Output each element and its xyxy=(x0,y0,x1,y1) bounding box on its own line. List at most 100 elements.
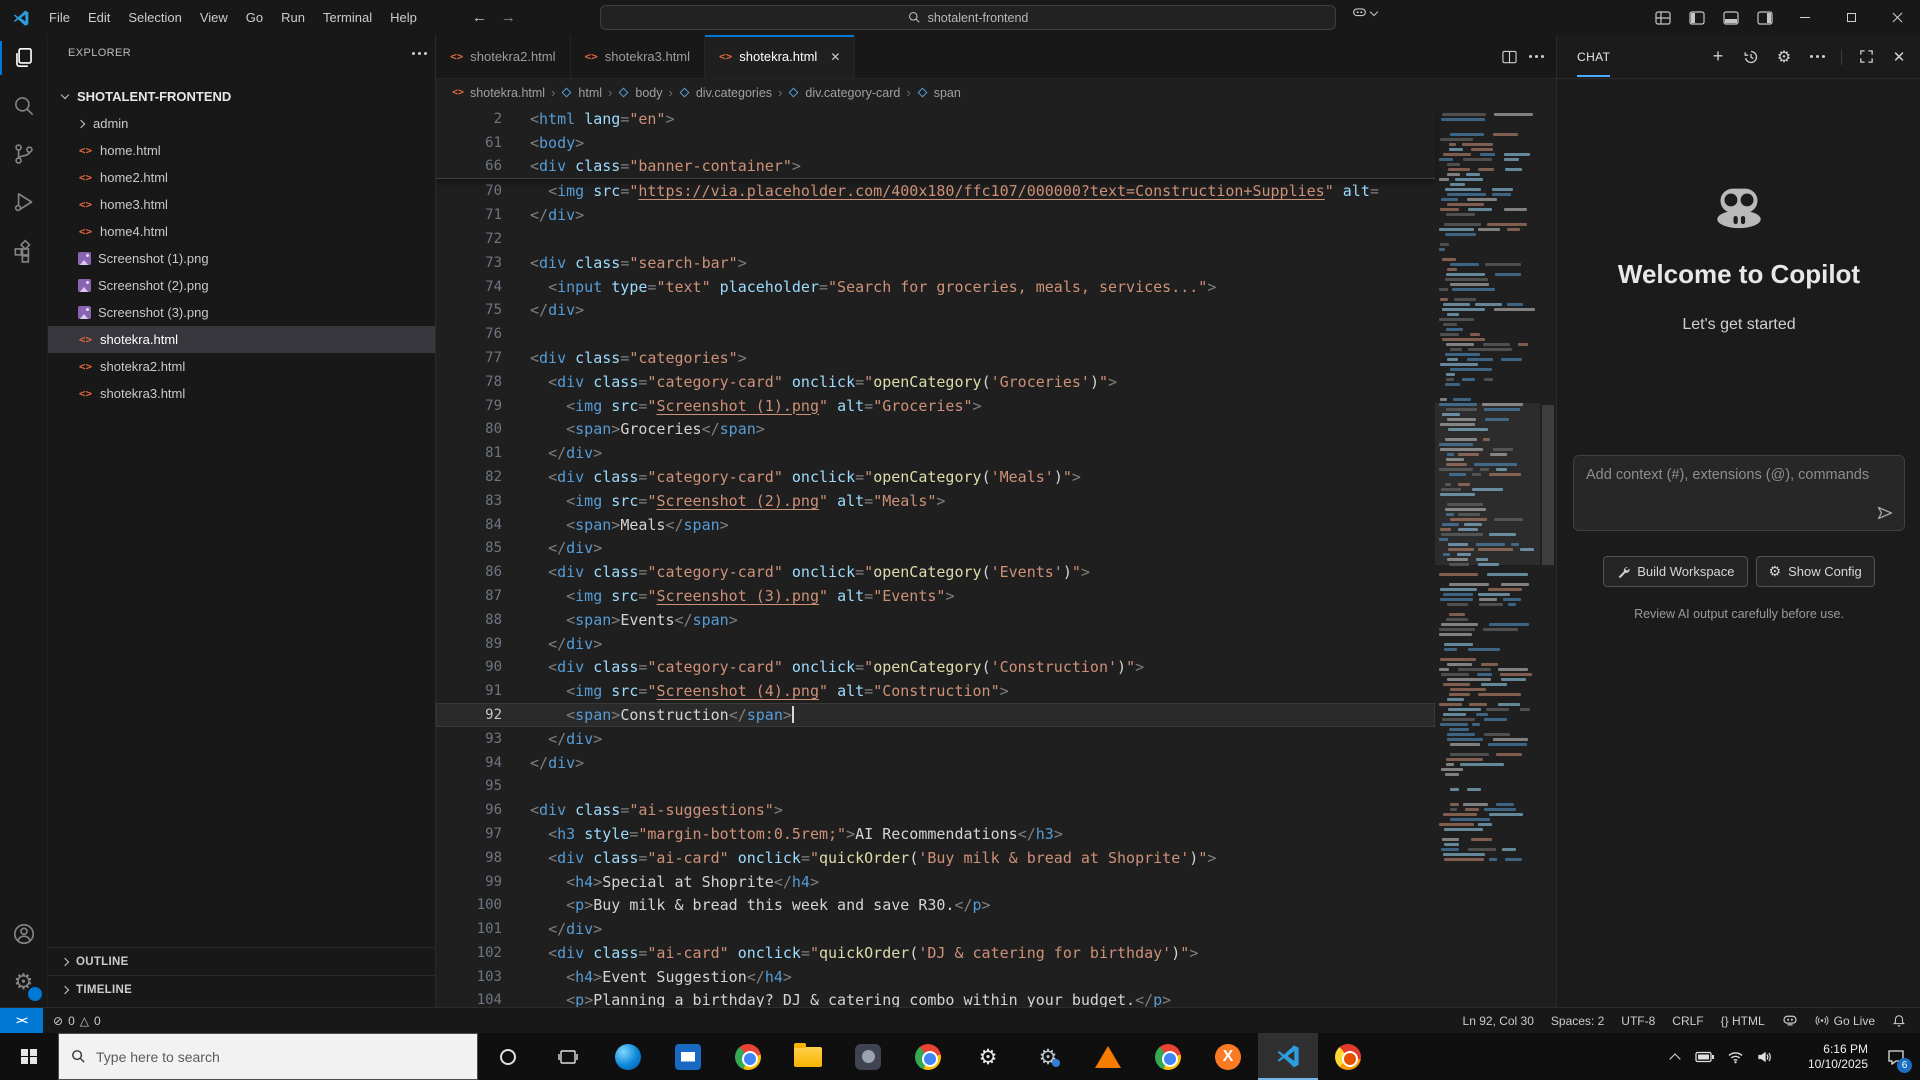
toggle-sidebar-icon[interactable] xyxy=(1680,0,1714,35)
file-tree-row[interactable]: <> shotekra3.html xyxy=(48,380,435,407)
breadcrumb-item[interactable]: <> div.category-card › xyxy=(788,85,910,100)
copilot-menu[interactable] xyxy=(1352,7,1386,20)
minimize-button[interactable] xyxy=(1782,0,1828,35)
code-line[interactable]: 104 <p>Planning a birthday? DJ & caterin… xyxy=(436,989,1435,1007)
breadcrumb-item[interactable]: <> html › xyxy=(561,85,612,100)
file-tree-row[interactable]: <> home3.html xyxy=(48,191,435,218)
chat-history-icon[interactable] xyxy=(1742,48,1760,66)
copilot-status-icon[interactable] xyxy=(1782,1015,1798,1027)
code-line[interactable]: 99 <h4>Special at Shoprite</h4> xyxy=(436,870,1435,894)
tray-expand-icon[interactable] xyxy=(1660,1033,1690,1080)
code-line[interactable]: 93 </div> xyxy=(436,727,1435,751)
code-line[interactable]: 86 <div class="category-card" onclick="o… xyxy=(436,560,1435,584)
problems-indicator[interactable]: ⊘ 0 △ 0 xyxy=(53,1014,101,1028)
file-tree-row[interactable]: <> Screenshot (2).png xyxy=(48,272,435,299)
file-tree-row[interactable]: <> home4.html xyxy=(48,218,435,245)
file-tree-row[interactable]: <> shotekra2.html xyxy=(48,353,435,380)
toggle-panel-icon[interactable] xyxy=(1714,0,1748,35)
code-line[interactable]: 75 </div> xyxy=(436,298,1435,322)
code-line[interactable]: 80 <span>Groceries</span> xyxy=(436,417,1435,441)
sticky-line[interactable]: 2 <html lang="en"> xyxy=(436,107,1435,131)
taskbar-search[interactable] xyxy=(58,1033,478,1080)
code-line[interactable]: 74 <input type="text" placeholder="Searc… xyxy=(436,275,1435,299)
run-debug-activity-icon[interactable] xyxy=(0,179,48,225)
command-center-search[interactable]: shotalent-frontend xyxy=(600,5,1336,30)
editor-tab[interactable]: <> shotekra2.html ✕ xyxy=(436,35,571,78)
breadcrumb-item[interactable]: <> shotekra.html › xyxy=(452,85,555,100)
breadcrumb-item[interactable]: <> span xyxy=(917,86,967,100)
menu-terminal[interactable]: Terminal xyxy=(314,0,381,35)
code-line[interactable]: 90 <div class="category-card" onclick="o… xyxy=(436,655,1435,679)
eol-sequence[interactable]: CRLF xyxy=(1672,1014,1703,1028)
clock[interactable]: 6:16 PM 10/10/2025 xyxy=(1780,1042,1872,1072)
code-line[interactable]: 85 </div> xyxy=(436,536,1435,560)
edge-icon[interactable] xyxy=(598,1033,658,1080)
settings-alt-icon[interactable]: ⚙ xyxy=(1018,1033,1078,1080)
file-explorer-icon[interactable] xyxy=(778,1033,838,1080)
chrome-icon-2[interactable] xyxy=(898,1033,958,1080)
code-line[interactable]: 78 <div class="category-card" onclick="o… xyxy=(436,370,1435,394)
scrollbar-thumb[interactable] xyxy=(1542,405,1554,565)
show-config-button[interactable]: ⚙ Show Config xyxy=(1756,556,1875,587)
file-tree-row[interactable]: <> admin xyxy=(48,110,435,137)
new-chat-icon[interactable]: + xyxy=(1709,48,1727,66)
code-line[interactable]: 79 <img src="Screenshot (1).png" alt="Gr… xyxy=(436,394,1435,418)
chat-settings-gear-icon[interactable]: ⚙ xyxy=(1775,48,1793,66)
wifi-icon[interactable] xyxy=(1720,1033,1750,1080)
go-live-button[interactable]: Go Live xyxy=(1815,1014,1875,1028)
maximize-button[interactable] xyxy=(1828,0,1874,35)
chrome-icon-3[interactable] xyxy=(1138,1033,1198,1080)
customize-layout-icon[interactable] xyxy=(1646,0,1680,35)
file-tree-row[interactable]: <> home2.html xyxy=(48,164,435,191)
code-line[interactable]: 76 xyxy=(436,322,1435,346)
menu-selection[interactable]: Selection xyxy=(119,0,190,35)
code-line[interactable]: 70 <img src="https://via.placeholder.com… xyxy=(436,180,1435,204)
cursor-position[interactable]: Ln 92, Col 30 xyxy=(1463,1014,1534,1028)
send-icon[interactable] xyxy=(1876,504,1894,522)
file-tree-row[interactable]: <> shotekra.html xyxy=(48,326,435,353)
search-activity-icon[interactable] xyxy=(0,83,48,129)
taskbar-search-input[interactable] xyxy=(96,1049,436,1065)
code-line[interactable]: 100 <p>Buy milk & bread this week and sa… xyxy=(436,893,1435,917)
chat-tab[interactable]: CHAT xyxy=(1577,37,1610,77)
root-folder-row[interactable]: SHOTALENT-FRONTEND xyxy=(48,83,435,110)
code-line[interactable]: 95 xyxy=(436,774,1435,798)
menu-view[interactable]: View xyxy=(191,0,237,35)
code-line[interactable]: 96 <div class="ai-suggestions"> xyxy=(436,798,1435,822)
code-line[interactable]: 91 <img src="Screenshot (4).png" alt="Co… xyxy=(436,679,1435,703)
mail-app-icon[interactable] xyxy=(658,1033,718,1080)
code-line[interactable]: 71 </div> xyxy=(436,203,1435,227)
explorer-activity-icon[interactable] xyxy=(0,35,48,81)
chat-input[interactable] xyxy=(1586,467,1892,483)
split-editor-icon[interactable] xyxy=(1502,50,1517,64)
code-editor[interactable]: 70 <img src="https://via.placeholder.com… xyxy=(436,107,1556,1007)
source-control-activity-icon[interactable] xyxy=(0,131,48,177)
code-line[interactable]: 77 <div class="categories"> xyxy=(436,346,1435,370)
menu-edit[interactable]: Edit xyxy=(79,0,119,35)
menu-go[interactable]: Go xyxy=(237,0,272,35)
menu-file[interactable]: File xyxy=(40,0,79,35)
code-line[interactable]: 97 <h3 style="margin-bottom:0.5rem;">AI … xyxy=(436,822,1435,846)
tab-close-icon[interactable]: ✕ xyxy=(830,50,840,64)
action-center-icon[interactable]: 6 xyxy=(1872,1033,1920,1080)
encoding[interactable]: UTF-8 xyxy=(1621,1014,1655,1028)
file-tree-row[interactable]: <> home.html xyxy=(48,137,435,164)
code-line[interactable]: 73 <div class="search-bar"> xyxy=(436,251,1435,275)
code-line[interactable]: 98 <div class="ai-card" onclick="quickOr… xyxy=(436,846,1435,870)
toggle-secondary-sidebar-icon[interactable] xyxy=(1748,0,1782,35)
grey-app-icon[interactable] xyxy=(838,1033,898,1080)
outline-section[interactable]: OUTLINE xyxy=(48,947,436,975)
code-line[interactable]: 101 </div> xyxy=(436,917,1435,941)
code-line[interactable]: 83 <img src="Screenshot (2).png" alt="Me… xyxy=(436,489,1435,513)
code-line[interactable]: 103 <h4>Event Suggestion</h4> xyxy=(436,965,1435,989)
settings-gear-icon[interactable]: ⚙ xyxy=(0,959,48,1005)
explorer-more-actions-icon[interactable] xyxy=(418,52,421,55)
breadcrumb-item[interactable]: <> div.categories › xyxy=(679,85,783,100)
sticky-line[interactable]: 61 <body> xyxy=(436,131,1435,155)
sticky-line[interactable]: 66 <div class="banner-container"> xyxy=(436,155,1435,179)
file-tree-row[interactable]: <> Screenshot (3).png xyxy=(48,299,435,326)
notifications-bell-icon[interactable] xyxy=(1892,1014,1906,1028)
start-button[interactable] xyxy=(0,1033,58,1080)
code-line[interactable]: 87 <img src="Screenshot (3).png" alt="Ev… xyxy=(436,584,1435,608)
chat-more-actions-icon[interactable] xyxy=(1808,48,1826,66)
